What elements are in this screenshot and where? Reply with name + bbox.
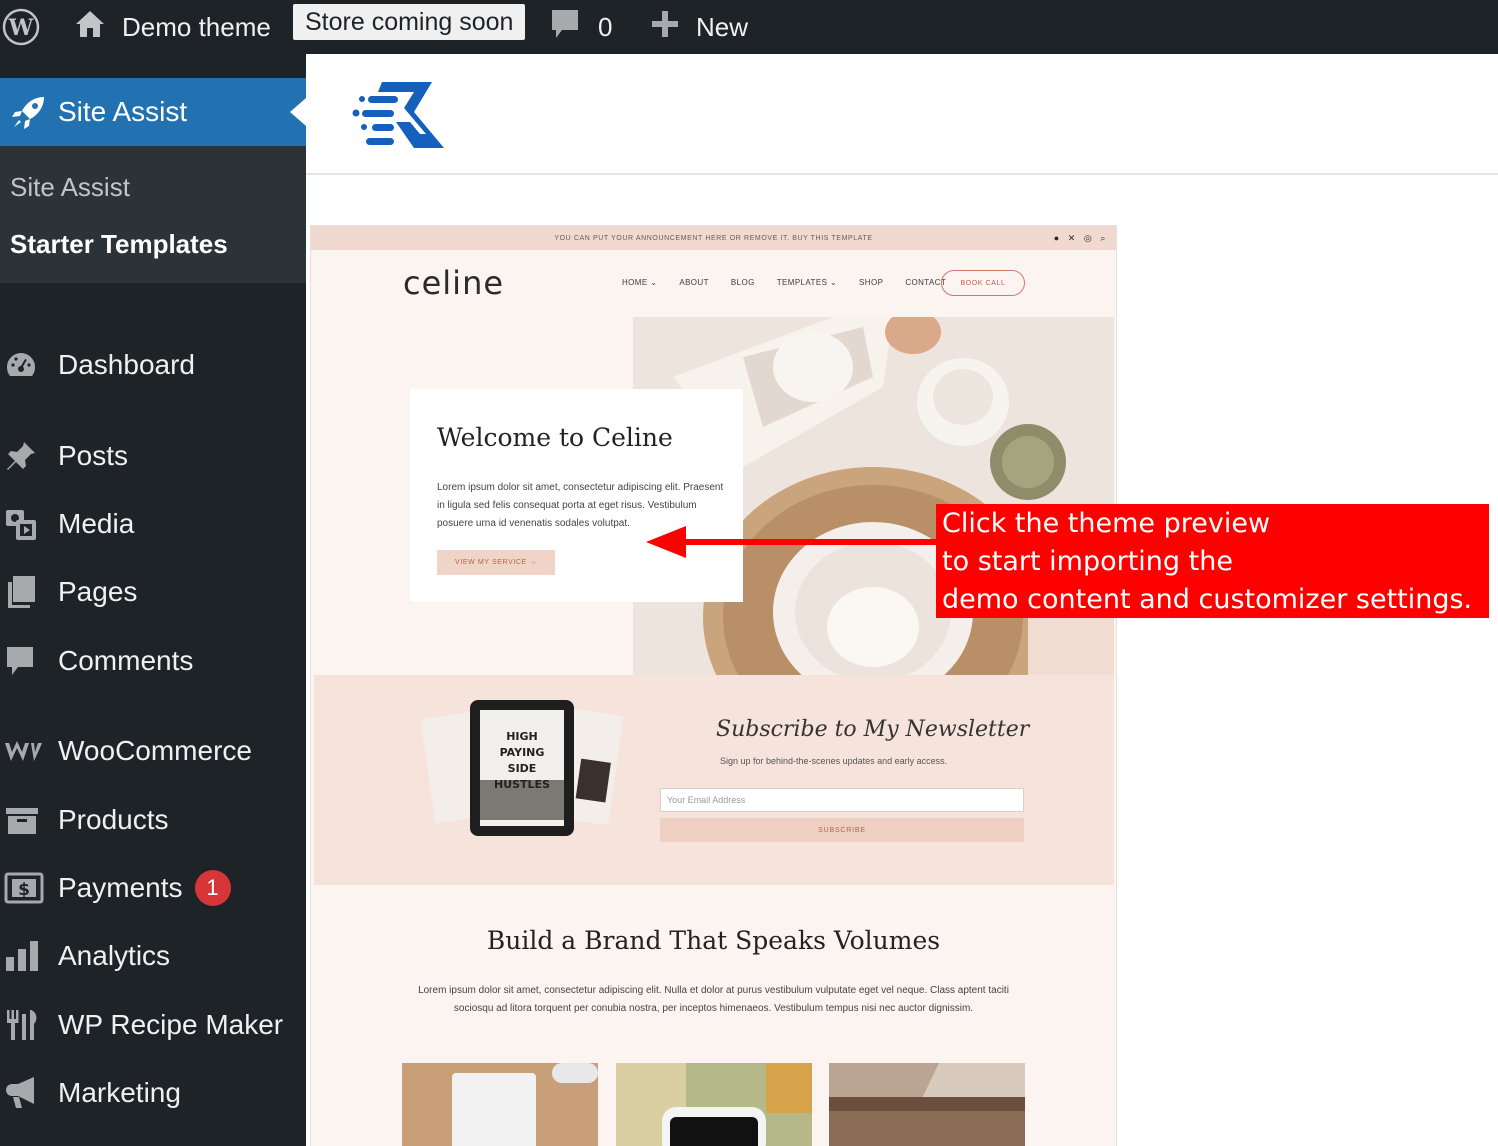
- sidebar-item-posts[interactable]: Posts: [0, 431, 306, 481]
- x-icon: ✕: [1067, 233, 1076, 243]
- subscribe-button: SUBSCRIBE: [660, 818, 1024, 842]
- bar-chart-icon: [0, 939, 58, 973]
- sidebar-item-dashboard[interactable]: Dashboard: [0, 340, 306, 390]
- svg-text:W: W: [8, 15, 34, 41]
- sidebar-item-label: Posts: [58, 440, 129, 471]
- active-indicator: [290, 98, 306, 126]
- sidebar-item-label: Media: [58, 508, 135, 539]
- payments-count-badge: 1: [194, 870, 231, 906]
- comment-icon: [550, 8, 580, 47]
- callout-arrow-line: [680, 539, 936, 545]
- pin-icon: [0, 439, 58, 473]
- sidebar-item-label: Pages: [58, 576, 138, 607]
- sidebar-item-marketing[interactable]: Marketing: [0, 1068, 306, 1118]
- announcement-text: YOU CAN PUT YOUR ANNOUNCEMENT HERE OR RE…: [554, 234, 873, 242]
- thumbnail-phone: [616, 1063, 812, 1146]
- submenu-item-site-assist[interactable]: Site Assist: [10, 172, 130, 203]
- sidebar-item-media[interactable]: Media: [0, 499, 306, 549]
- wordpress-logo-icon[interactable]: W: [2, 0, 42, 54]
- new-label: New: [696, 11, 749, 42]
- megaphone-icon: [0, 1074, 58, 1112]
- mockup-line-2: PAYING: [500, 746, 545, 759]
- view-service-button: VIEW MY SERVICE →: [437, 550, 555, 575]
- dollar-icon: $: [0, 871, 58, 905]
- comment-count: 0: [598, 11, 613, 42]
- preview-site-logo: celine: [403, 264, 505, 302]
- comment-icon: [0, 644, 58, 678]
- preview-nav: HOME ⌄ ABOUT BLOG TEMPLATES ⌄ SHOP CONTA…: [622, 278, 946, 287]
- nav-shop: SHOP: [859, 278, 884, 287]
- sidebar-item-site-assist[interactable]: Site Assist: [0, 78, 306, 146]
- svg-text:$: $: [18, 880, 30, 900]
- instagram-icon: ◎: [1083, 233, 1093, 243]
- brand-logo-icon: [352, 78, 444, 155]
- sidebar-item-woocommerce[interactable]: WooCommerce: [0, 726, 306, 776]
- site-name: Demo theme: [122, 11, 271, 42]
- nav-about: ABOUT: [679, 278, 709, 287]
- admin-bar-new[interactable]: New: [650, 0, 748, 54]
- theme-preview[interactable]: YOU CAN PUT YOUR ANNOUNCEMENT HERE OR RE…: [311, 226, 1116, 1146]
- sidebar-item-label: Products: [58, 804, 169, 835]
- woocommerce-icon: [0, 736, 58, 766]
- admin-bar: W Demo theme Store coming soon 0 New: [0, 0, 1498, 54]
- instruction-callout: Click the theme preview to start importi…: [936, 504, 1489, 618]
- sidebar-item-analytics[interactable]: Analytics: [0, 931, 306, 981]
- sidebar-item-label: Marketing: [58, 1077, 181, 1108]
- store-status-badge[interactable]: Store coming soon: [293, 4, 526, 40]
- callout-arrow-icon: [646, 526, 686, 558]
- search-icon: ⌕: [1100, 233, 1106, 243]
- submenu: Site Assist Starter Templates: [0, 146, 306, 283]
- newsletter-section: HIGH PAYING SIDE HUSTLES Subscribe to My…: [314, 675, 1114, 885]
- sidebar-item-label: Site Assist: [58, 96, 188, 127]
- sidebar-item-label: Dashboard: [58, 349, 195, 380]
- content-header: [306, 54, 1498, 175]
- sidebar-item-products[interactable]: Products: [0, 795, 306, 845]
- rocket-icon: [0, 93, 58, 131]
- plus-icon: [650, 9, 680, 46]
- utensils-icon: [0, 1008, 58, 1042]
- submenu-item-starter-templates[interactable]: Starter Templates: [10, 229, 228, 260]
- book-call-button: BOOK CALL: [941, 270, 1025, 296]
- sidebar-item-label: Payments: [58, 872, 183, 903]
- sidebar-item-label: WooCommerce: [58, 735, 252, 766]
- newsletter-subtitle: Sign up for behind-the-scenes updates an…: [720, 756, 948, 766]
- pages-icon: [0, 574, 58, 610]
- ebook-mockup: HIGH PAYING SIDE HUSTLES: [414, 700, 629, 850]
- newsletter-title: Subscribe to My Newsletter: [716, 717, 1030, 742]
- brand-section-text: Lorem ipsum dolor sit amet, consectetur …: [418, 985, 1009, 1014]
- archive-box-icon: [0, 804, 58, 836]
- media-icon: [0, 506, 58, 542]
- sidebar-item-comments[interactable]: Comments: [0, 636, 306, 686]
- hero-card: Welcome to Celine Lorem ipsum dolor sit …: [410, 389, 743, 602]
- sidebar-item-wp-recipe-maker[interactable]: WP Recipe Maker: [0, 1000, 306, 1050]
- mockup-line-3: SIDE: [508, 762, 537, 775]
- callout-line-1: Click the theme preview: [942, 508, 1271, 539]
- home-icon: [74, 8, 106, 47]
- thumbnail-keyboard: [402, 1063, 598, 1146]
- callout-line-3: demo content and customizer settings.: [942, 584, 1473, 615]
- hero-text: Lorem ipsum dolor sit amet, consectetur …: [437, 482, 724, 529]
- sidebar-item-pages[interactable]: Pages: [0, 567, 306, 617]
- sidebar-item-label: WP Recipe Maker: [58, 1009, 284, 1040]
- admin-sidebar: Site Assist Site Assist Starter Template…: [0, 54, 306, 1146]
- dashboard-icon: [0, 348, 58, 382]
- nav-templates: TEMPLATES ⌄: [776, 278, 838, 287]
- facebook-icon: ●: [1053, 233, 1060, 243]
- mockup-line-1: HIGH: [506, 730, 538, 743]
- nav-home: HOME ⌄: [622, 278, 658, 287]
- sidebar-item-label: Comments: [58, 645, 194, 676]
- sidebar-item-payments[interactable]: $ Payments 1: [0, 863, 306, 913]
- nav-blog: BLOG: [730, 278, 755, 287]
- announcement-bar: YOU CAN PUT YOUR ANNOUNCEMENT HERE OR RE…: [311, 226, 1116, 250]
- sidebar-item-label: Analytics: [58, 940, 171, 971]
- social-icons: ● ✕ ◎ ⌕: [1054, 233, 1106, 244]
- email-field: Your Email Address: [660, 788, 1024, 812]
- thumbnail-desk: [829, 1063, 1025, 1146]
- callout-line-2: to start importing the: [942, 546, 1233, 577]
- mockup-line-4: HUSTLES: [494, 778, 550, 791]
- site-home-link[interactable]: Demo theme: [74, 0, 271, 54]
- hero-title: Welcome to Celine: [437, 423, 673, 452]
- brand-section-title: Build a Brand That Speaks Volumes: [486, 926, 941, 955]
- admin-bar-comments[interactable]: 0: [550, 0, 612, 54]
